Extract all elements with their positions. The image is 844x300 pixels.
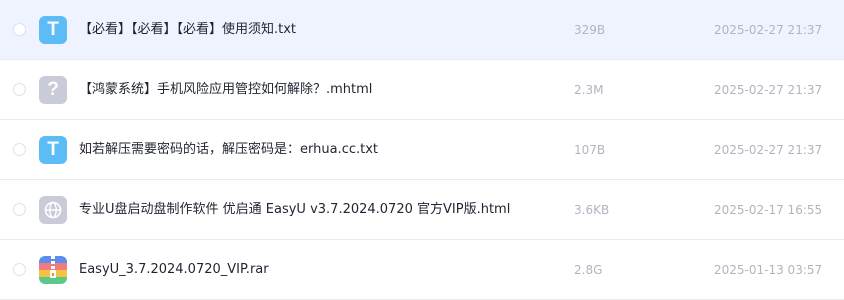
file-list: T 【必看】【必看】【必看】使用须知.txt 329B 2025-02-27 2…	[0, 0, 844, 300]
file-name[interactable]: 如若解压需要密码的话，解压密码是：erhua.cc.txt	[79, 120, 378, 180]
file-date: 2025-02-27 21:37	[714, 83, 823, 97]
file-date: 2025-02-27 21:37	[714, 23, 823, 37]
file-date: 2025-02-27 21:37	[714, 143, 823, 157]
file-row[interactable]: ? 【鸿蒙系统】手机风险应用管控如何解除？.mhtml 2.3M 2025-02…	[0, 60, 844, 120]
select-checkbox[interactable]	[13, 263, 26, 276]
file-row[interactable]: 专业U盘启动盘制作软件 优启通 EasyU v3.7.2024.0720 官方V…	[0, 180, 844, 240]
file-size: 107B	[574, 143, 606, 157]
file-row[interactable]: T 如若解压需要密码的话，解压密码是：erhua.cc.txt 107B 202…	[0, 120, 844, 180]
select-checkbox[interactable]	[13, 23, 26, 36]
file-name[interactable]: 【鸿蒙系统】手机风险应用管控如何解除？.mhtml	[79, 60, 372, 120]
archive-file-icon	[39, 256, 67, 284]
select-checkbox[interactable]	[13, 143, 26, 156]
file-name[interactable]: 专业U盘启动盘制作软件 优启通 EasyU v3.7.2024.0720 官方V…	[79, 180, 510, 240]
file-size: 2.8G	[574, 263, 603, 277]
file-size: 3.6KB	[574, 203, 610, 217]
file-name[interactable]: 【必看】【必看】【必看】使用须知.txt	[79, 0, 296, 60]
file-size: 329B	[574, 23, 606, 37]
select-checkbox[interactable]	[13, 203, 26, 216]
txt-file-icon: T	[39, 136, 67, 164]
file-date: 2025-01-13 03:57	[714, 263, 823, 277]
file-name[interactable]: EasyU_3.7.2024.0720_VIP.rar	[79, 240, 269, 300]
web-file-icon	[39, 196, 67, 224]
file-row[interactable]: EasyU_3.7.2024.0720_VIP.rar 2.8G 2025-01…	[0, 240, 844, 300]
file-size: 2.3M	[574, 83, 604, 97]
unknown-file-icon: ?	[39, 76, 67, 104]
select-checkbox[interactable]	[13, 83, 26, 96]
txt-file-icon: T	[39, 16, 67, 44]
file-row[interactable]: T 【必看】【必看】【必看】使用须知.txt 329B 2025-02-27 2…	[0, 0, 844, 60]
file-date: 2025-02-17 16:55	[714, 203, 823, 217]
